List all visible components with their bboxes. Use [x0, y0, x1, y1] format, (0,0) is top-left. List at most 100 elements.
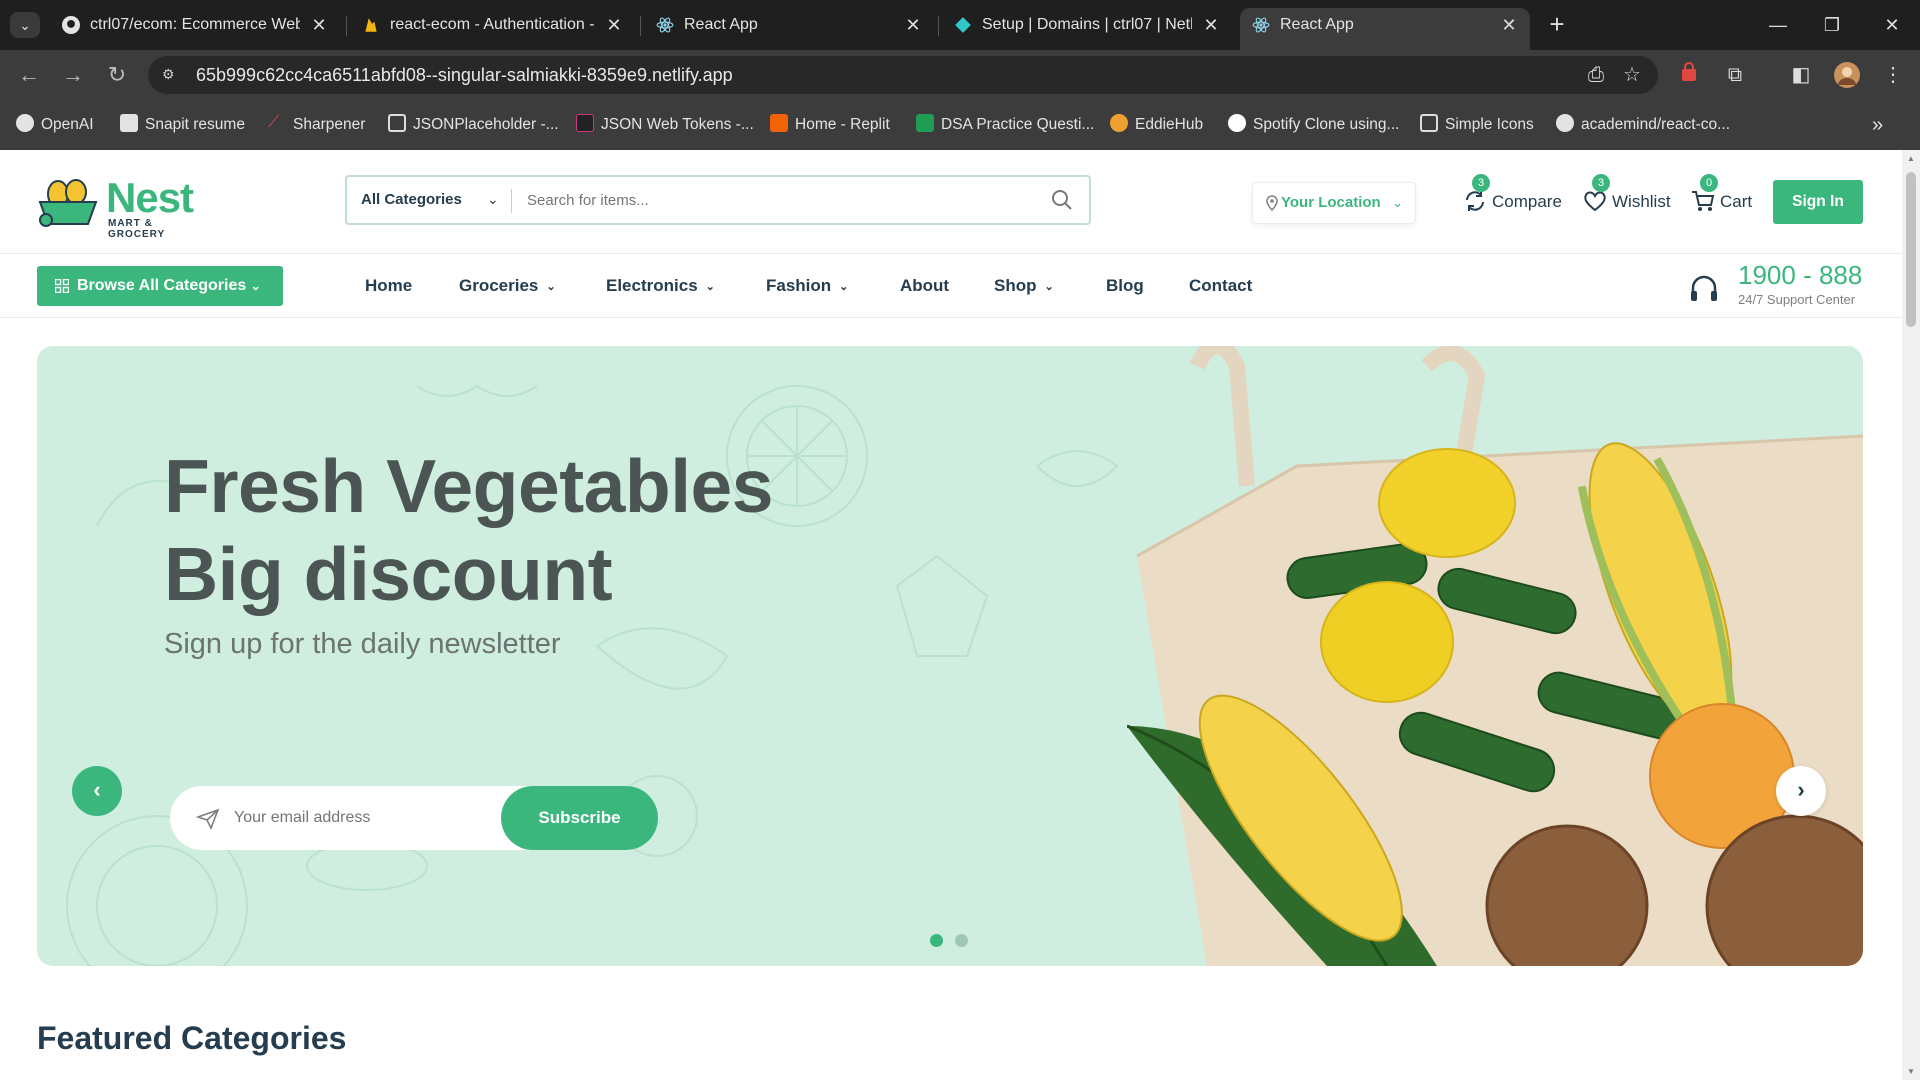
search-input[interactable]: [527, 185, 1027, 215]
site-info-icon[interactable]: ⚙: [162, 66, 180, 84]
bookmark-replit[interactable]: Home - Replit: [770, 100, 890, 150]
sheets-icon: [916, 113, 934, 132]
close-icon[interactable]: ✕: [902, 8, 924, 42]
close-icon[interactable]: ✕: [1498, 8, 1520, 42]
scrollbar-thumb[interactable]: [1906, 172, 1916, 327]
hero-heading-line2: Big discount: [164, 532, 613, 616]
compare-label: Compare: [1492, 192, 1562, 211]
tab-search-button[interactable]: ⌄: [10, 12, 40, 38]
menu-icon[interactable]: ⋮: [1880, 62, 1906, 88]
bookmark-label: Spotify Clone using...: [1253, 116, 1400, 133]
wishlist-link[interactable]: 3 Wishlist: [1582, 174, 1672, 222]
bookmark-label: Snapit resume: [145, 116, 245, 133]
slider-next-button[interactable]: ›: [1776, 766, 1826, 816]
bookmark-spotify[interactable]: Spotify Clone using...: [1228, 100, 1399, 150]
bookmark-dsa[interactable]: DSA Practice Questi...: [916, 100, 1094, 150]
extension-icon[interactable]: [1676, 62, 1702, 88]
window-close-button[interactable]: ✕: [1872, 8, 1912, 42]
location-label: Your Location: [1281, 194, 1381, 211]
nav-contact[interactable]: Contact: [1189, 266, 1252, 306]
netlify-icon: [955, 17, 971, 33]
slider-dot-2[interactable]: [955, 934, 968, 947]
divider: [0, 317, 1902, 318]
nav-home[interactable]: Home: [365, 266, 412, 306]
nav-fashion[interactable]: Fashion ⌄: [766, 266, 848, 306]
bookmark-simple-icons[interactable]: Simple Icons: [1420, 100, 1534, 150]
slider-prev-button[interactable]: ‹: [72, 766, 122, 816]
cart-link[interactable]: 0 Cart: [1690, 174, 1760, 222]
support-center: 1900 - 888 24/7 Support Center: [1688, 258, 1888, 314]
chevron-down-icon: ⌄: [250, 279, 261, 293]
bookmarks-bar: OpenAI Snapit resume ⟋ Sharpener JSONPlac…: [0, 100, 1920, 150]
minimize-button[interactable]: —: [1758, 8, 1798, 42]
bookmark-openai[interactable]: OpenAI: [16, 100, 94, 150]
nav-shop[interactable]: Shop ⌄: [994, 266, 1054, 306]
nav-blog[interactable]: Blog: [1106, 266, 1144, 306]
compare-icon: [1466, 191, 1484, 211]
replit-icon: [770, 113, 788, 132]
site-logo[interactable]: Nest MART & GROCERY: [36, 174, 206, 240]
nav-groceries[interactable]: Groceries ⌄: [459, 266, 556, 306]
address-bar[interactable]: ⚙ 65b999c62cc4ca6511abfd08--singular-sal…: [148, 56, 1658, 94]
browser-toolbar: ← → ↻ ⚙ 65b999c62cc4ca6511abfd08--singul…: [0, 50, 1920, 100]
compare-link[interactable]: 3 Compare: [1462, 174, 1562, 222]
hero-produce-image: [1127, 346, 1863, 966]
sidebar-icon[interactable]: ◧: [1788, 62, 1814, 88]
bookmark-label: EddieHub: [1135, 116, 1204, 133]
sign-in-button[interactable]: Sign In: [1773, 180, 1863, 224]
close-icon[interactable]: ✕: [308, 8, 330, 42]
tab-firebase[interactable]: react-ecom - Authentication - S ✕: [350, 8, 635, 42]
subscribe-button[interactable]: Subscribe: [501, 786, 658, 850]
hero-heading-line1: Fresh Vegetables: [164, 444, 773, 528]
tab-github[interactable]: ctrl07/ecom: Ecommerce Website ✕: [50, 8, 340, 42]
tab-bar: ⌄ ctrl07/ecom: Ecommerce Website ✕ react…: [0, 0, 1920, 50]
back-button[interactable]: ←: [14, 60, 44, 90]
nav-about[interactable]: About: [900, 266, 949, 306]
bookmark-sharpener[interactable]: ⟋ Sharpener: [268, 100, 365, 150]
bookmark-academind[interactable]: academind/react-co...: [1556, 100, 1730, 150]
page-scrollbar[interactable]: ▲ ▼: [1902, 150, 1920, 1080]
location-select[interactable]: Your Location ⌄: [1252, 182, 1416, 224]
forward-button[interactable]: →: [58, 60, 88, 90]
tab-netlify[interactable]: Setup | Domains | ctrl07 | Netlify ✕: [942, 8, 1232, 42]
hero-heading: Fresh Vegetables Big discount: [164, 442, 773, 618]
bookmark-snapit[interactable]: Snapit resume: [120, 100, 245, 150]
close-icon[interactable]: ✕: [603, 8, 625, 42]
new-tab-button[interactable]: +: [1542, 8, 1572, 42]
browse-categories-button[interactable]: Browse All Categories ⌄: [37, 266, 283, 306]
bookmark-star-icon[interactable]: ☆: [1620, 64, 1644, 86]
snapit-icon: [120, 113, 138, 132]
bookmark-eddiehub[interactable]: EddieHub: [1110, 100, 1203, 150]
puzzle-icon[interactable]: ⧉: [1722, 62, 1748, 88]
cart-label: Cart: [1720, 192, 1753, 211]
wishlist-label: Wishlist: [1612, 192, 1671, 211]
install-app-icon[interactable]: ⎙: [1584, 64, 1608, 86]
chevron-down-icon[interactable]: ⌄: [487, 177, 499, 221]
tab-react-app[interactable]: React App ✕: [644, 8, 934, 42]
support-number[interactable]: 1900 - 888: [1738, 260, 1862, 291]
restore-button[interactable]: ❐: [1812, 8, 1852, 42]
category-select[interactable]: All Categories: [361, 177, 462, 223]
bookmarks-overflow-icon[interactable]: »: [1872, 100, 1883, 150]
newsletter-email-input[interactable]: [234, 804, 494, 832]
paper-plane-icon: [196, 808, 220, 830]
hero-subtitle: Sign up for the daily newsletter: [164, 628, 561, 660]
scroll-down-icon[interactable]: ▼: [1906, 1067, 1916, 1076]
github-icon: [62, 16, 80, 34]
slider-dot-1[interactable]: [930, 934, 943, 947]
tab-react-app-active[interactable]: React App ✕: [1240, 8, 1530, 50]
sharpener-icon: ⟋: [268, 113, 280, 131]
brand-tagline: MART & GROCERY: [108, 218, 166, 240]
profile-avatar[interactable]: [1834, 62, 1860, 88]
nav-electronics[interactable]: Electronics ⌄: [606, 266, 715, 306]
close-icon[interactable]: ✕: [1200, 8, 1222, 42]
bookmark-label: Home - Replit: [795, 116, 890, 133]
search-icon[interactable]: [1051, 189, 1073, 211]
url-text[interactable]: 65b999c62cc4ca6511abfd08--singular-salmi…: [196, 56, 733, 94]
reload-button[interactable]: ↻: [102, 60, 132, 90]
bookmark-jsonplaceholder[interactable]: JSONPlaceholder -...: [388, 100, 559, 150]
bookmark-jwt[interactable]: JSON Web Tokens -...: [576, 100, 754, 150]
scroll-up-icon[interactable]: ▲: [1906, 154, 1916, 163]
nav-label: Groceries: [459, 276, 539, 295]
nav-label: Electronics: [606, 276, 698, 295]
